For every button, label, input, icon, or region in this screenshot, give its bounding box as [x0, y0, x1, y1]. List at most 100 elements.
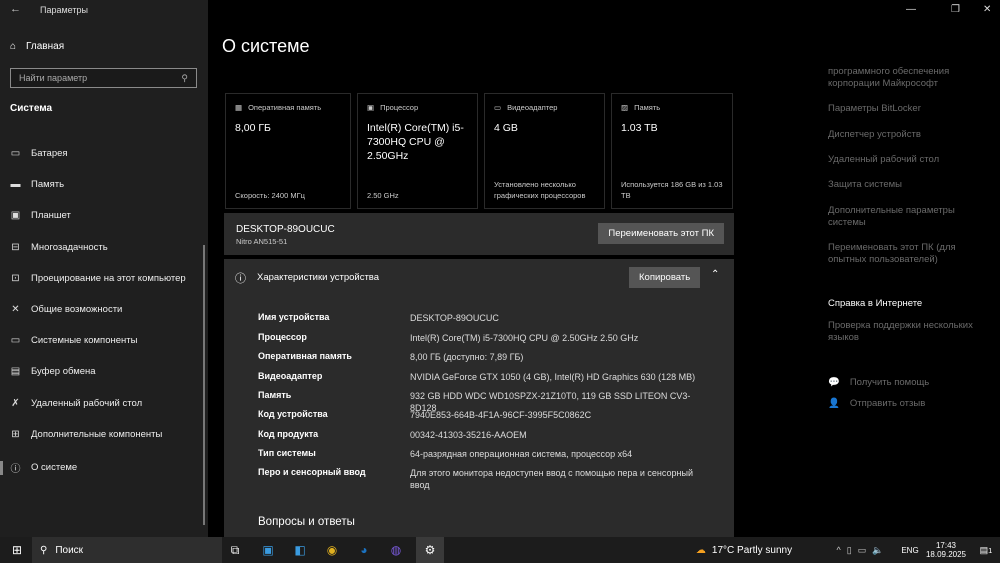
spec-card: ▨ Память 1.03 TB Используется 186 GB из 1.0… [611, 93, 733, 209]
spec-key: Видеоадаптер [258, 371, 323, 381]
spec-row: Тип системы 64-разрядная операционная сис… [258, 448, 710, 460]
spec-card: ▣ Процессор Intel(R) Core(TM) i5-7300HQ CP… [357, 93, 478, 209]
card-icon: ▣ [367, 103, 375, 112]
card-label: Оперативная память [248, 103, 322, 112]
spec-value: 8,00 ГБ (доступно: 7,89 ГБ) [410, 352, 524, 362]
nav-icon: ✗ [11, 397, 20, 409]
volume-icon: 🔈 [872, 544, 884, 555]
app-icon-2[interactable]: ◍ [386, 537, 406, 563]
sidebar-item[interactable]: ▬ Память [10, 179, 65, 191]
sidebar-item[interactable]: ⊟ Многозадачность [10, 241, 108, 253]
spec-card: ▦ Оперативная память 8,00 ГБ Скорость: 2400… [225, 93, 351, 209]
feedback-link[interactable]: 👤 Отправить отзыв [828, 398, 988, 410]
sidebar-item[interactable]: ⊞ Дополнительные компоненты [10, 429, 162, 440]
nav-icon: ▭ [10, 148, 21, 159]
card-icon: ▭ [494, 103, 502, 112]
close-button[interactable]: ✕ [983, 4, 991, 15]
related-link[interactable]: Параметры BitLocker [828, 103, 988, 115]
weather-widget[interactable]: ☁ 17°C Partly sunny [694, 537, 794, 563]
get-help-link[interactable]: 💬 Получить помощь [828, 377, 988, 389]
task-view-icon[interactable]: ⧉ [226, 537, 244, 563]
sidebar-item[interactable]: ✗ Удаленный рабочий стол [10, 398, 142, 409]
sidebar-item-label: Проецирование на этот компьютер [31, 272, 186, 284]
settings-icon[interactable]: ⚙ [416, 537, 444, 563]
sidebar-item-label: О системе [31, 462, 78, 473]
nav-icon: ▬ [10, 179, 21, 191]
spec-value: Intel(R) Core(TM) i5-7300HQ CPU @ 2.50GH… [410, 333, 639, 343]
start-button[interactable]: ⊞ [8, 537, 26, 563]
minimize-button[interactable]: — [906, 4, 916, 15]
card-footer: Скорость: 2400 МГц [235, 191, 305, 200]
sidebar-item-label: Многозадачность [31, 241, 108, 253]
sidebar-item-label: Дополнительные компоненты [31, 428, 163, 440]
clock[interactable]: 17:43 18.09.2025 [924, 537, 968, 563]
chrome-icon[interactable]: ◉ [322, 537, 342, 563]
search-icon: ⚲ [181, 73, 188, 83]
related-link[interactable]: Дополнительные параметры системы [828, 205, 988, 229]
sidebar-item[interactable]: ⊡ Проецирование на этот компьютер [10, 272, 186, 284]
spec-row: Перо и сенсорный ввод Для этого монитора … [258, 467, 710, 491]
related-link[interactable]: Диспетчер устройств [828, 129, 988, 141]
sidebar-item-label: Батарея [31, 148, 68, 159]
related-link[interactable]: Защита системы [828, 179, 988, 191]
language-indicator[interactable]: ENG [900, 537, 920, 563]
nav-icon: ✕ [11, 304, 20, 315]
system-tray[interactable]: ^ ▯ ▭ 🔈 [820, 537, 900, 563]
sidebar-item[interactable]: ▭ Системные компоненты [10, 335, 138, 347]
weather-icon: ☁ [695, 544, 706, 556]
sidebar-home[interactable]: ⌂ Главная [10, 41, 64, 52]
app-icon[interactable]: ◧ [290, 537, 310, 563]
taskbar-search[interactable]: ⚲ Поиск [32, 537, 222, 563]
sidebar: ← Параметры ⌂ Главная Найти параметр ⚲ Сис… [0, 0, 208, 537]
related-link[interactable]: Удаленный рабочий стол [828, 154, 988, 166]
chevron-up-icon: ^ [836, 545, 841, 555]
spec-key: Тип системы [258, 448, 316, 458]
help-link[interactable]: Проверка поддержки нескольких языков [828, 320, 988, 344]
sidebar-item[interactable]: ▣ Планшет [10, 210, 71, 221]
rename-pc-button[interactable]: Переименовать этот ПК [598, 223, 724, 244]
related-link[interactable]: Переименовать этот ПК (для опытных польз… [828, 242, 988, 266]
store-icon[interactable]: ▣ [258, 537, 278, 563]
sidebar-item[interactable]: ▭ Батарея [10, 148, 68, 159]
card-label: Видеоадаптер [507, 103, 558, 112]
steam-icon[interactable]: ◕ [354, 537, 374, 563]
maximize-button[interactable]: ❐ [951, 4, 960, 15]
selected-indicator [0, 460, 3, 475]
sidebar-item[interactable]: ⓘ О системе [0, 460, 78, 475]
home-label: Главная [26, 41, 65, 52]
spec-key: Перо и сенсорный ввод [258, 467, 366, 477]
notification-count: 1 [988, 545, 993, 555]
sidebar-item-label: Буфер обмена [31, 366, 96, 378]
chevron-up-icon[interactable]: ⌃ [711, 269, 719, 280]
nav-icon: ⓘ [10, 464, 21, 475]
sidebar-item-label: Общие возможности [31, 304, 123, 315]
home-icon: ⌂ [10, 41, 17, 52]
taskbar-search-label: Поиск [55, 544, 84, 556]
related-link[interactable]: программного обеспечения корпорации Майк… [828, 66, 988, 90]
spec-key: Код продукта [258, 429, 319, 439]
spec-key: Процессор [258, 332, 307, 342]
copy-button[interactable]: Копировать [629, 267, 701, 288]
card-label: Процессор [380, 103, 419, 112]
sidebar-item-label: Системные компоненты [31, 335, 138, 347]
spec-card: ▭ Видеоадаптер 4 GB Установлено несколько г… [484, 93, 605, 209]
spec-value: 64-разрядная операционная система, проце… [410, 449, 633, 459]
spec-value: NVIDIA GeForce GTX 1050 (4 GB), Intel(R)… [410, 372, 696, 382]
help-heading: Справка в Интернете [828, 298, 923, 309]
card-footer: Установлено несколько графических процес… [494, 180, 586, 200]
spec-value: 00342-41303-35216-AAOEM [410, 430, 527, 440]
sidebar-item[interactable]: ▤ Буфер обмена [10, 366, 96, 377]
spec-key: Код устройства [258, 409, 328, 419]
sidebar-item[interactable]: ✕ Общие возможности [10, 304, 122, 315]
card-icon: ▨ [621, 103, 629, 112]
feedback-icon: 👤 [828, 398, 840, 409]
scrollbar[interactable] [203, 245, 205, 525]
search-input[interactable]: Найти параметр ⚲ [10, 68, 197, 88]
nav-icon: ⊞ [11, 428, 20, 440]
notifications-icon[interactable]: ▤ 1 [976, 537, 996, 563]
page-title: О системе [222, 36, 310, 56]
back-icon[interactable]: ← [10, 3, 21, 15]
nav-icon: ▤ [10, 366, 21, 378]
spec-value: 7940E853-664B-4F1A-96CF-3995F5C0862C [410, 410, 592, 420]
time: 17:43 [935, 541, 957, 550]
